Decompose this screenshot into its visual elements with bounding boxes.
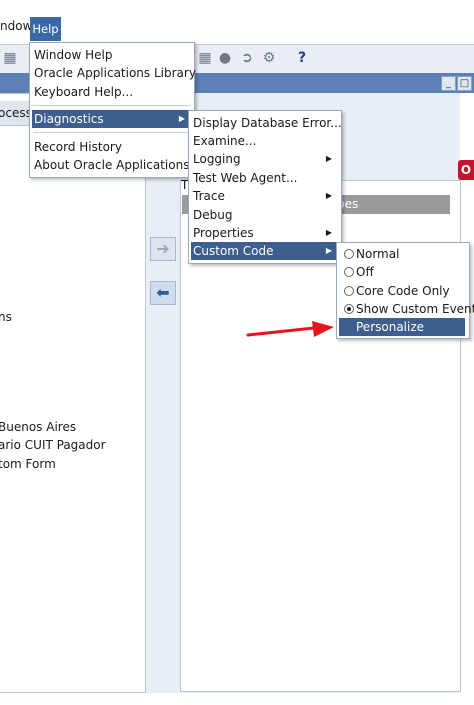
submenu-arrow-icon: ▶ — [178, 114, 185, 123]
attachment-folder-icon[interactable]: ▦ — [195, 48, 215, 68]
menu-item-properties-label: Properties — [193, 226, 254, 240]
menu-item-test-web-agent[interactable]: Test Web Agent... — [191, 169, 297, 187]
radio-selected-icon — [344, 304, 354, 314]
menu-item-diagnostics-label: Diagnostics — [34, 112, 104, 126]
menu-item-logging-label: Logging — [193, 152, 241, 166]
menu-item-show-custom-events[interactable]: Show Custom Events — [339, 300, 474, 318]
diagnostics-menu: Display Database Error... Examine... Log… — [188, 110, 342, 264]
paperclip-icon[interactable]: ➲ — [237, 48, 257, 68]
left-tab-label: ocess — [0, 106, 32, 120]
menu-item-off[interactable]: Off — [339, 263, 465, 281]
submenu-arrow-icon: ▶ — [325, 228, 332, 237]
move-left-button[interactable]: ⬅ — [150, 281, 176, 305]
menu-item-off-label: Off — [356, 265, 374, 279]
custom-code-menu: Normal Off Core Code Only Show Custom Ev… — [336, 242, 474, 339]
help-icon[interactable]: ? — [292, 48, 312, 68]
radio-icon — [344, 286, 354, 296]
folder-icon[interactable]: ▦ — [0, 48, 20, 68]
menu-item-normal-label: Normal — [356, 247, 400, 261]
menu-item-diagnostics[interactable]: Diagnostics ▶ — [32, 110, 190, 128]
radio-icon — [344, 267, 354, 277]
left-list-item[interactable]: Buenos Aires — [0, 420, 76, 434]
menu-item-window-help[interactable]: Window Help — [32, 46, 113, 64]
menu-help[interactable]: Help — [30, 17, 61, 41]
menu-item-personalize-label: Personalize — [356, 320, 425, 334]
help-menu: Window Help Oracle Applications Library … — [29, 42, 201, 178]
maximize-icon[interactable]: □ — [457, 76, 472, 91]
submenu-arrow-icon: ▶ — [325, 191, 332, 200]
menu-item-custom-code[interactable]: Custom Code ▶ — [191, 242, 337, 260]
menu-item-custom-code-label: Custom Code — [193, 244, 274, 258]
globe-icon[interactable]: ● — [215, 48, 235, 68]
menu-item-examine[interactable]: Examine... — [191, 132, 257, 150]
menu-item-logging[interactable]: Logging ▶ — [191, 150, 337, 168]
menu-item-trace[interactable]: Trace ▶ — [191, 187, 337, 205]
left-list-item[interactable]: ario CUIT Pagador — [0, 438, 106, 452]
menu-separator — [33, 132, 191, 133]
submenu-arrow-icon: ▶ — [325, 246, 332, 255]
menu-item-properties[interactable]: Properties ▶ — [191, 224, 337, 242]
annotation-arrow-icon — [246, 321, 334, 337]
menubar: ndow Help — [0, 0, 474, 44]
left-list-item[interactable]: ns — [0, 310, 12, 324]
menu-item-normal[interactable]: Normal — [339, 245, 465, 263]
oracle-logo-icon: O — [458, 160, 474, 180]
menu-item-core-code-only-label: Core Code Only — [356, 284, 450, 298]
left-panel — [0, 93, 146, 693]
minimize-icon[interactable]: _ — [441, 76, 456, 91]
menu-separator — [33, 105, 191, 106]
menu-item-record-history[interactable]: Record History — [32, 138, 122, 156]
move-right-button[interactable]: ➔ — [150, 237, 176, 261]
left-list-item[interactable]: tom Form — [0, 457, 56, 471]
menu-item-trace-label: Trace — [193, 189, 225, 203]
menu-item-personalize[interactable]: Personalize — [339, 318, 465, 336]
tools-icon[interactable]: ⚙ — [259, 48, 279, 68]
menu-window[interactable]: ndow — [0, 14, 32, 38]
menu-item-oracle-applications-library[interactable]: Oracle Applications Library — [32, 64, 196, 82]
menu-item-debug[interactable]: Debug — [191, 206, 232, 224]
submenu-arrow-icon: ▶ — [325, 154, 332, 163]
radio-icon — [344, 249, 354, 259]
menu-item-show-custom-events-label: Show Custom Events — [356, 302, 474, 316]
menu-item-display-database-error[interactable]: Display Database Error... — [191, 114, 342, 132]
menu-item-about-oracle-applications[interactable]: About Oracle Applications... — [32, 156, 201, 174]
menu-item-core-code-only[interactable]: Core Code Only — [339, 282, 465, 300]
menu-item-keyboard-help[interactable]: Keyboard Help... — [32, 83, 133, 101]
